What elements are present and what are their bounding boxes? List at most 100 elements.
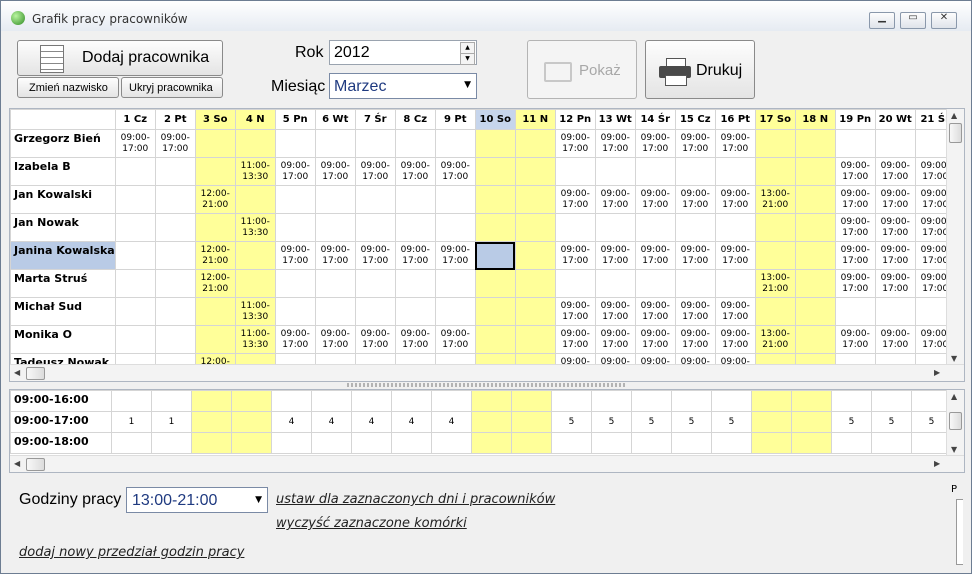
schedule-cell[interactable] (154, 325, 196, 354)
schedule-cell[interactable] (514, 241, 556, 270)
schedule-cell[interactable] (554, 269, 596, 298)
hide-employee-button[interactable]: Ukryj pracownika (121, 77, 223, 98)
schedule-cell[interactable] (754, 129, 796, 158)
summary-cell[interactable] (111, 390, 152, 412)
summary-cell[interactable] (791, 411, 832, 433)
summary-cell[interactable]: 4 (431, 411, 472, 433)
schedule-cell[interactable] (754, 297, 796, 326)
schedule-cell[interactable]: 09:00- 17:00 (634, 129, 676, 158)
schedule-cell[interactable]: 09:00- 17:00 (874, 157, 916, 186)
schedule-cell[interactable] (474, 269, 516, 298)
summary-cell[interactable]: 5 (671, 411, 712, 433)
summary-cell[interactable] (191, 390, 232, 412)
hours-range-name[interactable]: 09:00-18:00 (10, 432, 112, 454)
day-header[interactable]: 18 N (794, 109, 836, 130)
clear-selected-link[interactable]: wyczyść zaznaczone komórki (276, 516, 467, 531)
day-header[interactable]: 14 Śr (634, 109, 676, 130)
employee-name[interactable]: Jan Kowalski (10, 185, 116, 214)
schedule-cell[interactable] (434, 213, 476, 242)
schedule-cell[interactable] (714, 269, 756, 298)
schedule-cell[interactable]: 09:00- 17:00 (834, 269, 876, 298)
summary-cell[interactable]: 5 (831, 411, 872, 433)
day-header[interactable]: 7 Śr (354, 109, 396, 130)
schedule-vscroll-thumb[interactable] (949, 123, 962, 143)
schedule-cell[interactable]: 09:00- 17:00 (394, 241, 436, 270)
schedule-cell[interactable] (154, 241, 196, 270)
schedule-cell[interactable] (634, 269, 676, 298)
schedule-cell[interactable] (794, 157, 836, 186)
schedule-cell[interactable]: 09:00- 17:00 (714, 297, 756, 326)
schedule-cell[interactable]: 09:00- 17:00 (434, 325, 476, 354)
day-header[interactable]: 12 Pn (554, 109, 596, 130)
summary-cell[interactable] (751, 390, 792, 412)
schedule-cell[interactable] (794, 297, 836, 326)
summary-cell[interactable] (351, 390, 392, 412)
schedule-cell[interactable]: 13:00- 21:00 (754, 269, 796, 298)
employee-name[interactable]: Grzegorz Bień (10, 129, 116, 158)
schedule-cell[interactable] (874, 297, 916, 326)
summary-cell[interactable] (271, 432, 312, 454)
day-header[interactable]: 8 Cz (394, 109, 436, 130)
summary-cell[interactable] (831, 390, 872, 412)
schedule-cell[interactable]: 09:00- 17:00 (714, 185, 756, 214)
schedule-cell[interactable] (554, 157, 596, 186)
summary-cell[interactable] (151, 390, 192, 412)
schedule-cell[interactable] (394, 269, 436, 298)
schedule-cell[interactable]: 09:00- 17:00 (354, 241, 396, 270)
schedule-cell[interactable] (594, 213, 636, 242)
schedule-cell[interactable]: 09:00- 17:00 (354, 325, 396, 354)
schedule-cell[interactable]: 09:00- 17:00 (274, 241, 316, 270)
schedule-cell[interactable] (234, 241, 276, 270)
schedule-cell[interactable] (434, 129, 476, 158)
schedule-cell[interactable] (674, 213, 716, 242)
schedule-cell[interactable] (274, 269, 316, 298)
schedule-cell[interactable] (234, 269, 276, 298)
schedule-cell[interactable]: 11:00- 13:30 (234, 157, 276, 186)
schedule-cell[interactable] (274, 297, 316, 326)
employee-name[interactable]: Michał Sud (10, 297, 116, 326)
schedule-cell[interactable] (114, 157, 156, 186)
schedule-cell[interactable]: 09:00- 17:00 (714, 129, 756, 158)
summary-cell[interactable] (671, 432, 712, 454)
schedule-cell[interactable]: 09:00- 17:00 (674, 325, 716, 354)
summary-cell[interactable] (631, 390, 672, 412)
schedule-cell[interactable]: 09:00- 17:00 (874, 213, 916, 242)
schedule-cell[interactable] (714, 213, 756, 242)
schedule-cell[interactable]: 09:00- 17:00 (674, 241, 716, 270)
summary-cell[interactable] (591, 432, 632, 454)
schedule-cell[interactable] (434, 185, 476, 214)
schedule-cell[interactable]: 09:00- 17:00 (874, 269, 916, 298)
employee-name[interactable]: Marta Struś (10, 269, 116, 298)
day-header[interactable]: 15 Cz (674, 109, 716, 130)
day-header[interactable]: 19 Pn (834, 109, 876, 130)
summary-cell[interactable] (871, 390, 912, 412)
summary-cell[interactable]: 4 (271, 411, 312, 433)
splitter-handle[interactable] (347, 383, 625, 387)
add-interval-link[interactable]: dodaj nowy przedział godzin pracy (19, 545, 244, 560)
employee-name[interactable]: Janina Kowalska (10, 241, 116, 270)
schedule-cell[interactable] (114, 297, 156, 326)
summary-cell[interactable] (231, 432, 272, 454)
schedule-cell[interactable]: 09:00- 17:00 (634, 241, 676, 270)
summary-cell[interactable]: 4 (351, 411, 392, 433)
schedule-cell[interactable] (514, 269, 556, 298)
schedule-cell[interactable]: 09:00- 17:00 (674, 185, 716, 214)
day-header[interactable]: 11 N (514, 109, 556, 130)
schedule-cell[interactable] (394, 129, 436, 158)
schedule-cell[interactable] (514, 185, 556, 214)
summary-cell[interactable] (551, 432, 592, 454)
rename-button[interactable]: Zmień nazwisko (17, 77, 119, 98)
schedule-cell[interactable]: 09:00- 17:00 (394, 325, 436, 354)
schedule-cell[interactable] (714, 157, 756, 186)
schedule-cell[interactable] (194, 157, 236, 186)
schedule-cell[interactable] (394, 297, 436, 326)
schedule-cell[interactable] (354, 213, 396, 242)
schedule-cell[interactable] (114, 241, 156, 270)
schedule-cell[interactable]: 09:00- 17:00 (274, 325, 316, 354)
schedule-cell[interactable] (154, 157, 196, 186)
summary-cell[interactable] (271, 390, 312, 412)
schedule-cell[interactable]: 09:00- 17:00 (714, 241, 756, 270)
schedule-cell[interactable]: 11:00- 13:30 (234, 325, 276, 354)
summary-cell[interactable] (311, 432, 352, 454)
summary-cell[interactable] (151, 432, 192, 454)
